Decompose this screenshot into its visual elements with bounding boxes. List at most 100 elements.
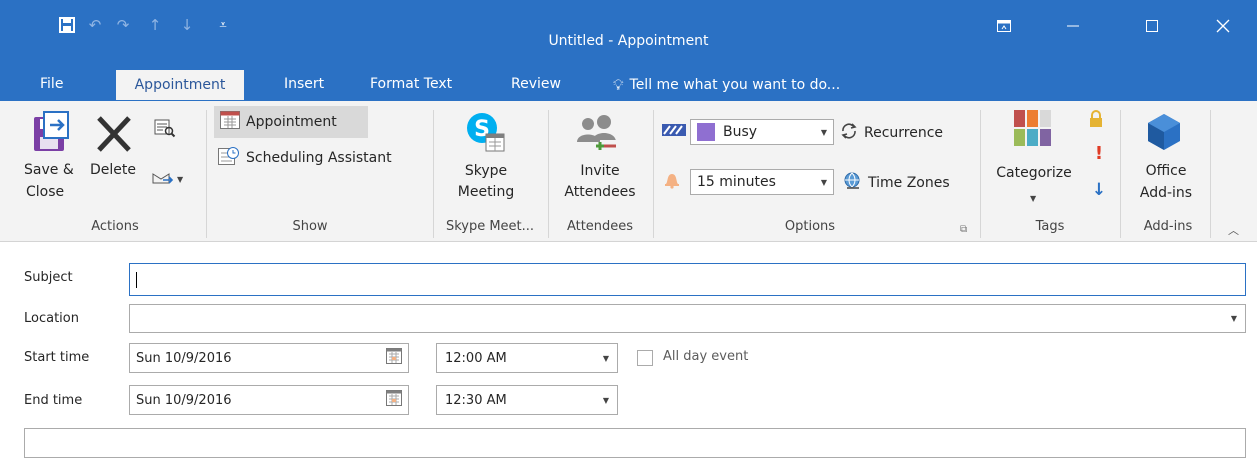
start-date-value: Sun 10/9/2016 [136,350,232,366]
tags-group-label: Tags [1035,219,1065,234]
invite-attendees-label-2: Attendees [564,184,636,200]
invite-attendees-label-1: Invite [580,163,620,179]
start-time-dropdown-icon: ▼ [602,353,609,363]
subject-label: Subject [24,270,73,285]
start-time-value: 12:00 AM [445,350,507,366]
start-date-input[interactable]: Sun 10/9/2016 [129,343,409,373]
skype-group-label: Skype Meet... [445,219,535,234]
group-separator [206,110,207,238]
categorize-icon [1014,110,1052,152]
categorize-label: Categorize [996,165,1072,181]
office-add-ins-button[interactable]: Office Add-ins [1126,110,1206,214]
scheduling-assistant-button[interactable]: Scheduling Assistant [218,144,428,172]
previous-item-icon[interactable]: ↑ [142,12,168,38]
busy-color-swatch [697,123,715,141]
location-label: Location [24,311,79,326]
recurrence-button[interactable]: Recurrence [840,121,970,145]
forward-button[interactable]: ▼ [152,168,196,190]
categorize-button[interactable]: Categorize ▼ [984,110,1084,210]
low-importance-icon[interactable]: ↓ [1091,180,1107,202]
maximize-icon[interactable] [1137,11,1167,41]
save-close-icon [32,111,72,163]
scheduling-assistant-icon [218,146,240,170]
tab-file[interactable]: File [34,70,69,100]
show-as-icon [662,124,686,144]
reminder-dropdown-icon: ▼ [820,177,827,187]
tab-review[interactable]: Review [505,70,567,100]
group-separator [980,110,981,238]
location-dropdown-icon[interactable]: ▼ [1231,314,1237,323]
start-time-label: Start time [24,350,90,365]
actions-group-label: Actions [91,219,139,234]
group-separator [653,110,654,238]
add-ins-group-label: Add-ins [1143,219,1193,234]
skype-meeting-label-2: Meeting [457,184,515,200]
invite-attendees-button[interactable]: Invite Attendees [552,110,648,214]
customize-toolbar-icon[interactable]: ⩡ [210,12,236,38]
options-dialog-launcher-icon[interactable]: ⧉ [960,224,972,236]
recurrence-label: Recurrence [864,125,944,141]
calendar-preview-icon[interactable] [154,118,178,142]
reminder-select[interactable]: 15 minutes ▼ [690,169,834,195]
high-importance-icon[interactable]: ! [1091,143,1107,165]
all-day-label: All day event [663,349,749,364]
tell-me-box[interactable]: 💡︎ Tell me what you want to do... [607,70,846,100]
reminder-value: 15 minutes [697,174,776,190]
save-close-label-1: Save & [24,162,74,178]
save-close-label-2: Close [26,184,65,200]
group-separator [433,110,434,238]
appointment-body-editor[interactable] [24,428,1246,458]
appointment-view-label: Appointment [246,114,337,130]
collapse-ribbon-icon[interactable]: ︿ [1228,222,1244,238]
ribbon-display-options-icon[interactable] [989,11,1019,41]
invite-attendees-icon [574,112,622,160]
minimize-icon[interactable] [1058,11,1088,41]
start-date-calendar-icon[interactable] [386,348,402,368]
time-zones-button[interactable]: Time Zones [844,171,974,195]
end-date-calendar-icon[interactable] [386,390,402,410]
scheduling-assistant-label: Scheduling Assistant [246,150,392,166]
skype-meeting-button[interactable]: S Skype Meeting [446,110,526,214]
text-caret [136,271,137,288]
tab-format-text[interactable]: Format Text [364,70,458,100]
office-add-ins-label-1: Office [1145,163,1187,179]
options-group-label: Options [784,219,836,234]
forward-icon [152,169,174,189]
show-as-dropdown-icon: ▼ [820,127,827,137]
time-zones-label: Time Zones [868,175,950,191]
save-icon[interactable] [54,12,80,38]
reminder-bell-icon [664,171,684,191]
end-time-select[interactable]: 12:30 AM ▼ [436,385,618,415]
tab-appointment[interactable]: Appointment [116,70,244,100]
categorize-dropdown-icon: ▼ [1030,194,1037,203]
redo-icon[interactable]: ↷ [110,12,136,38]
appointment-calendar-icon [220,111,240,133]
all-day-checkbox[interactable] [637,350,653,366]
next-item-icon[interactable]: ↓ [174,12,200,38]
appointment-view-button[interactable]: Appointment [214,106,368,138]
forward-dropdown-icon: ▼ [177,174,184,184]
close-icon[interactable] [1208,11,1238,41]
globe-icon [844,172,862,194]
location-input[interactable]: ▼ [129,304,1246,333]
lightbulb-icon: 💡︎ [613,76,624,94]
group-separator [1210,110,1211,238]
delete-icon [96,115,132,157]
end-date-value: Sun 10/9/2016 [136,392,232,408]
end-time-value: 12:30 AM [445,392,507,408]
start-time-select[interactable]: 12:00 AM ▼ [436,343,618,373]
delete-button[interactable]: Delete [88,111,144,191]
skype-meeting-icon: S [464,110,508,160]
office-add-ins-icon [1144,112,1184,156]
private-lock-icon[interactable] [1089,110,1107,132]
group-separator [548,110,549,238]
subject-input[interactable] [129,263,1246,296]
show-group-label: Show [292,219,328,234]
end-date-input[interactable]: Sun 10/9/2016 [129,385,409,415]
undo-icon[interactable]: ↶ [82,12,108,38]
end-time-dropdown-icon: ▼ [602,395,609,405]
show-as-select[interactable]: Busy ▼ [690,119,834,145]
save-close-button[interactable]: Save & Close [24,111,84,216]
tab-insert[interactable]: Insert [278,70,330,100]
recurrence-icon [840,122,858,144]
